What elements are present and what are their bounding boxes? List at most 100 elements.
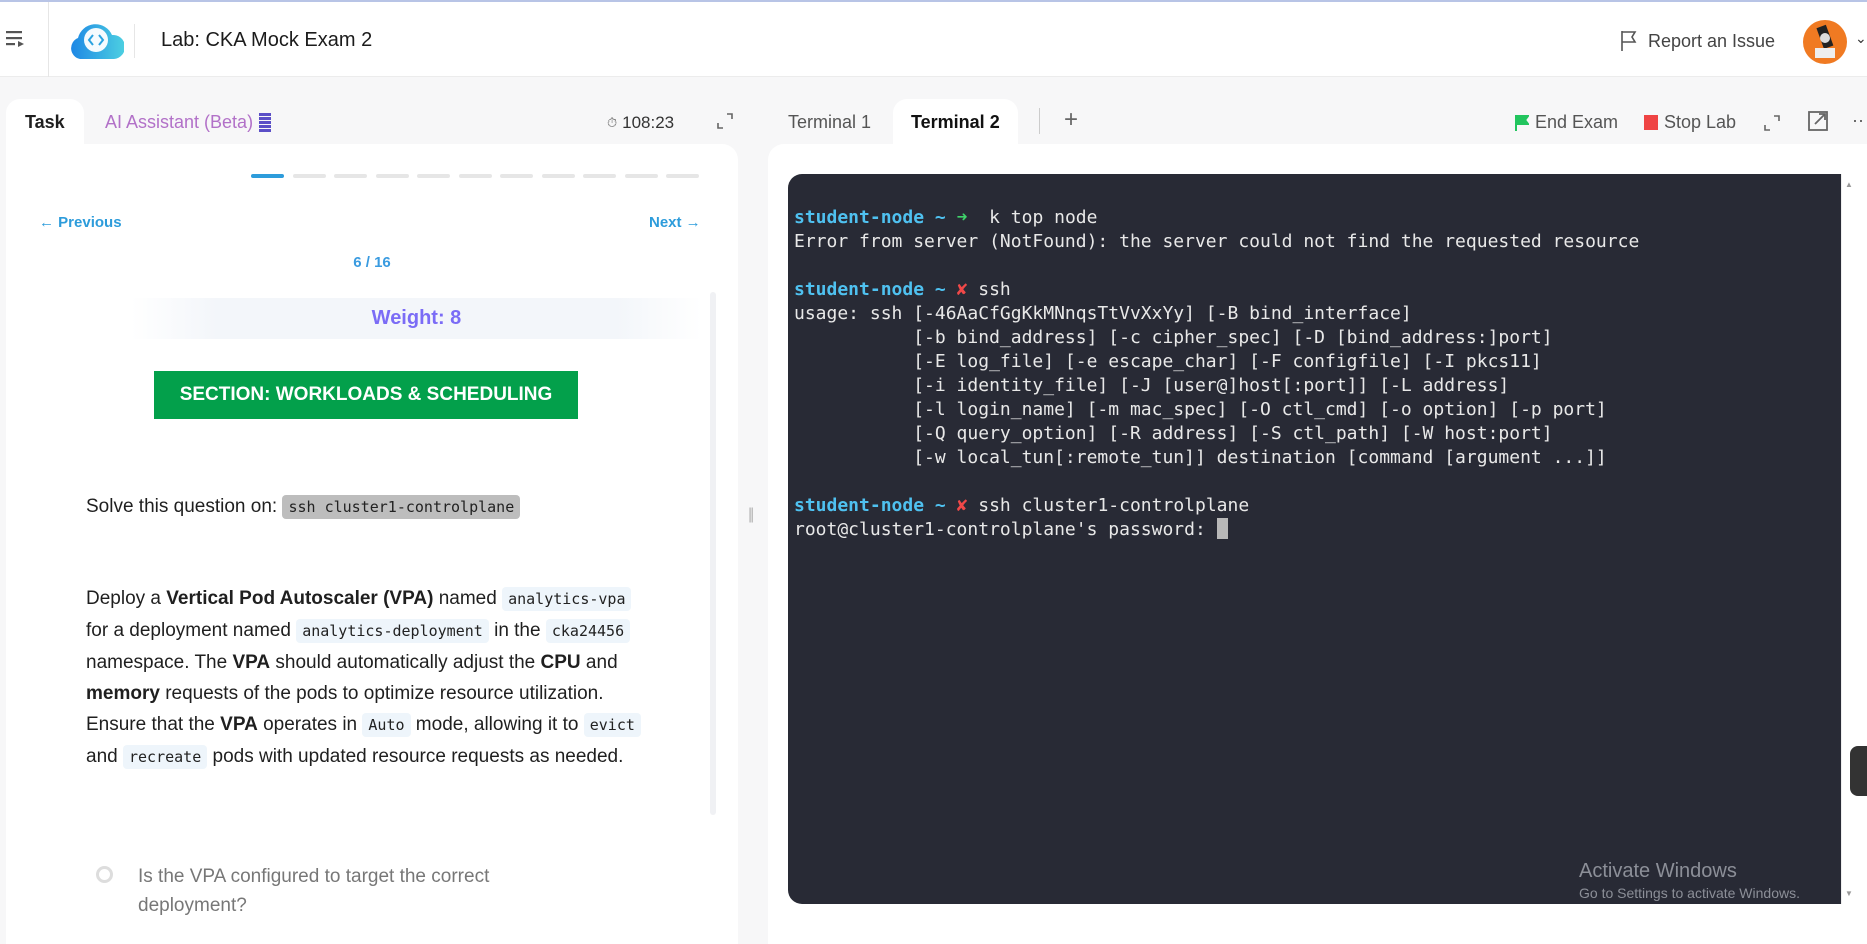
question-text: Deploy a Vertical Pod Autoscaler (VPA) n… xyxy=(86,583,658,773)
text: operates in xyxy=(257,714,363,735)
open-external-icon[interactable] xyxy=(1808,111,1828,131)
solve-on: Solve this question on: ssh cluster1-con… xyxy=(86,495,521,519)
prompt: student-node ~ xyxy=(794,495,946,516)
command: k top node xyxy=(989,207,1098,228)
progress-dash[interactable] xyxy=(417,174,450,178)
flag-icon xyxy=(1621,31,1637,51)
logo-icon[interactable] xyxy=(68,19,124,61)
text: mode, allowing it to xyxy=(410,714,584,735)
fullscreen-icon[interactable] xyxy=(1764,115,1780,131)
divider xyxy=(134,24,135,58)
flag-icon xyxy=(1515,114,1529,131)
tab-label: Task xyxy=(25,112,65,132)
text: namespace. The xyxy=(86,652,233,673)
text-bold: memory xyxy=(86,683,160,704)
text: pods with updated resource requests as n… xyxy=(207,746,624,767)
terminal-output: [-l login_name] [-m mac_spec] [-O ctl_cm… xyxy=(794,399,1607,420)
timer: ⏱ 108:23 xyxy=(607,113,674,133)
progress-dash[interactable] xyxy=(251,174,284,178)
progress-dash[interactable] xyxy=(666,174,699,178)
x-icon: ✘ xyxy=(956,279,968,300)
stop-lab-button[interactable]: Stop Lab xyxy=(1644,112,1736,133)
terminal[interactable]: student-node ~ ➜ k top node Error from se… xyxy=(788,174,1841,904)
header: Lab: CKA Mock Exam 2 Report an Issue ⌄ xyxy=(0,2,1867,77)
terminal-line: root@cluster1-controlplane's password: xyxy=(794,518,1841,542)
end-exam-label: End Exam xyxy=(1535,112,1619,132)
terminal-output: [-w local_tun[:remote_tun]] destination … xyxy=(794,447,1607,468)
floating-widget[interactable] xyxy=(1850,746,1867,796)
ai-bars-icon xyxy=(259,112,272,132)
text-bold: VPA xyxy=(220,714,258,735)
stop-icon xyxy=(1644,115,1658,130)
next-button[interactable]: Next → xyxy=(649,214,701,231)
text: and xyxy=(580,652,618,673)
progress-dash[interactable] xyxy=(500,174,533,178)
resize-handle[interactable]: || xyxy=(748,506,754,524)
tab-ai-assistant[interactable]: AI Assistant (Beta) xyxy=(105,112,272,133)
code-namespace: cka24456 xyxy=(545,619,631,643)
progress-dash[interactable] xyxy=(292,174,326,178)
watermark-subtitle: Go to Settings to activate Windows. xyxy=(1579,885,1800,901)
progress-dash[interactable] xyxy=(583,174,616,178)
check-item: Is the VPA configured to target the corr… xyxy=(138,866,490,916)
code-recreate: recreate xyxy=(122,745,208,769)
prompt: student-node ~ xyxy=(794,279,946,300)
menu-icon[interactable] xyxy=(6,30,26,48)
weight-badge: Weight: 8 xyxy=(131,298,702,339)
command: ssh xyxy=(978,279,1011,300)
divider xyxy=(48,2,49,77)
terminal-line: student-node ~ ✘ ssh cluster1-controlpla… xyxy=(794,494,1841,518)
progress-dash[interactable] xyxy=(624,174,658,178)
prompt: student-node ~ xyxy=(794,207,946,228)
text-bold: CPU xyxy=(540,652,581,673)
text: in the xyxy=(488,620,546,641)
stop-lab-label: Stop Lab xyxy=(1664,112,1737,132)
windows-watermark: Activate Windows Go to Settings to activa… xyxy=(1579,860,1800,901)
text-bold: Vertical Pod Autoscaler (VPA) xyxy=(166,588,434,609)
scrollbar[interactable] xyxy=(710,292,716,815)
terminal-output: [-E log_file] [-e escape_char] [-F confi… xyxy=(794,351,1542,372)
avatar[interactable] xyxy=(1803,20,1847,64)
progress-dash[interactable] xyxy=(458,174,492,178)
expand-icon[interactable] xyxy=(717,113,733,129)
previous-button[interactable]: ← Previous xyxy=(39,214,122,231)
cursor xyxy=(1216,518,1228,539)
text: Deploy a xyxy=(86,588,167,609)
end-exam-button[interactable]: End Exam xyxy=(1515,112,1618,133)
tab-label: AI Assistant (Beta) xyxy=(105,112,254,132)
page-title: Lab: CKA Mock Exam 2 xyxy=(161,29,373,51)
report-issue-button[interactable]: Report an Issue xyxy=(1620,30,1775,52)
timer-value: 108:23 xyxy=(622,113,675,132)
arrow-right-icon: ➜ xyxy=(956,207,968,228)
code-mode: Auto xyxy=(362,713,411,737)
code-vpa-name: analytics-vpa xyxy=(502,587,632,611)
watermark-title: Activate Windows xyxy=(1579,860,1737,882)
report-issue-label: Report an Issue xyxy=(1648,30,1776,51)
solve-host-code[interactable]: ssh cluster1-controlplane xyxy=(282,495,521,519)
tab-label: Terminal 2 xyxy=(911,112,1000,132)
progress-dash[interactable] xyxy=(541,174,575,178)
tab-terminal-2[interactable]: Terminal 2 xyxy=(893,99,1018,145)
code-evict: evict xyxy=(583,713,641,737)
x-icon: ✘ xyxy=(956,495,968,516)
text: should automatically adjust the xyxy=(270,652,541,673)
terminal-output: root@cluster1-controlplane's password: xyxy=(794,519,1217,540)
add-terminal-button[interactable]: + xyxy=(1064,106,1078,134)
next-label: Next xyxy=(649,214,682,231)
solve-label: Solve this question on: xyxy=(86,496,278,517)
terminal-line: student-node ~ ✘ ssh xyxy=(794,278,1841,302)
check-status-icon xyxy=(96,866,113,883)
terminal-output: [-i identity_file] [-J [user@]host[:port… xyxy=(794,375,1510,396)
text: named xyxy=(433,588,503,609)
progress-dash[interactable] xyxy=(334,174,367,178)
command: ssh cluster1-controlplane xyxy=(978,495,1250,516)
terminal-output: [-b bind_address] [-c cipher_spec] [-D [… xyxy=(794,327,1553,348)
progress-dash[interactable] xyxy=(375,174,409,178)
more-icon[interactable]: ·· xyxy=(1852,110,1864,131)
tab-task[interactable]: Task xyxy=(6,99,84,145)
section-banner: SECTION: WORKLOADS & SCHEDULING xyxy=(154,371,578,419)
tab-terminal-1[interactable]: Terminal 1 xyxy=(788,112,871,133)
chevron-down-icon[interactable]: ⌄ xyxy=(1855,30,1867,47)
terminal-line: student-node ~ ➜ k top node xyxy=(794,206,1841,230)
terminal-output: [-Q query_option] [-R address] [-S ctl_p… xyxy=(794,423,1553,444)
